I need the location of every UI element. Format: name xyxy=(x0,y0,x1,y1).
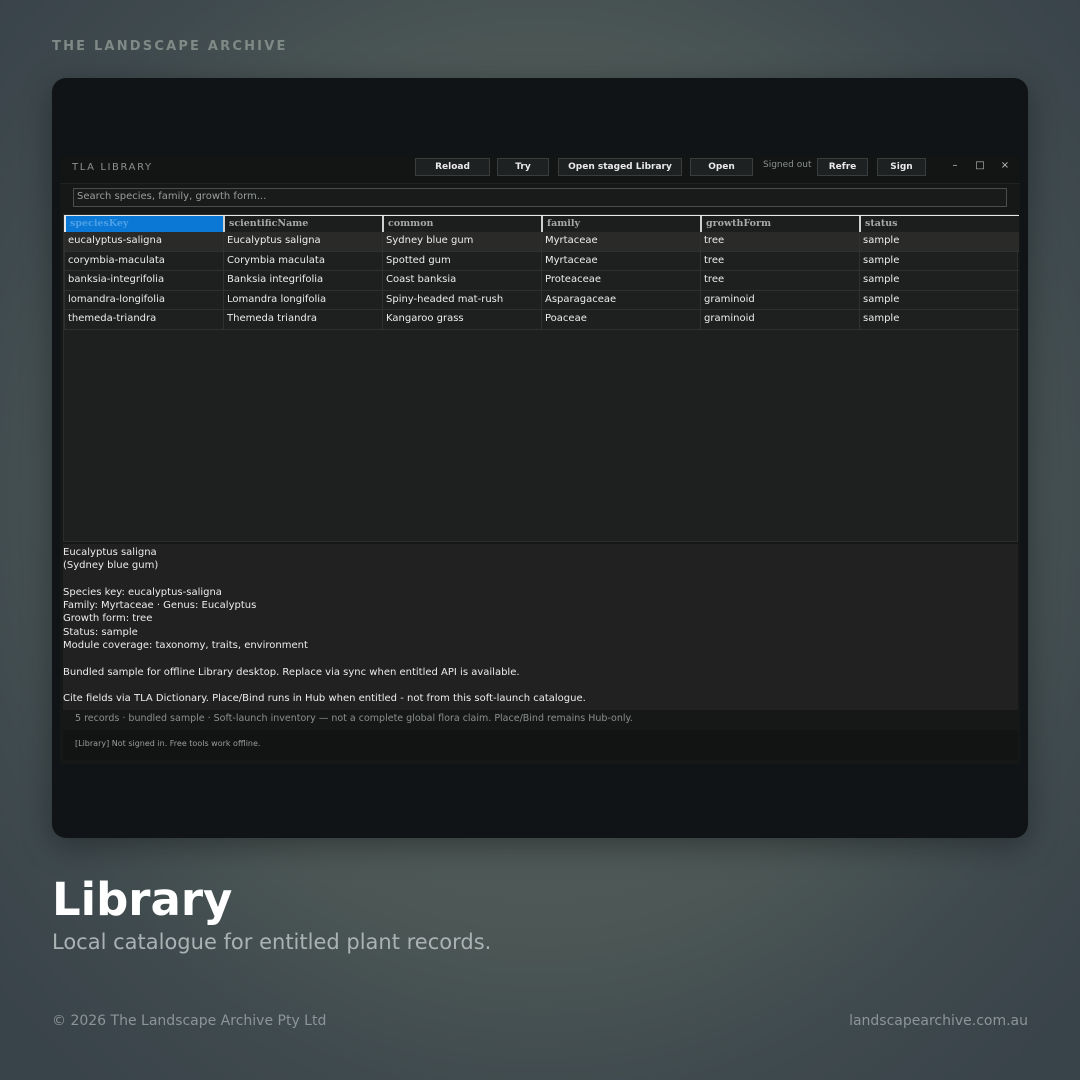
minimize-icon[interactable]: – xyxy=(948,160,962,171)
cell-common: Coast banksia xyxy=(382,271,541,290)
table-row[interactable]: themeda-triandra Themeda triandra Kangar… xyxy=(64,310,1019,330)
app-window: TLA LIBRARY Reload Try Open staged Libra… xyxy=(60,156,1020,764)
detail-growth-form: Growth form: tree xyxy=(63,613,153,625)
column-header-scientificname[interactable]: scientificName xyxy=(223,216,382,233)
open-staged-library-button[interactable]: Open staged Library xyxy=(558,158,682,176)
cell-specieskey: themeda-triandra xyxy=(64,310,223,329)
column-header-common[interactable]: common xyxy=(382,216,541,233)
detail-name: Eucalyptus saligna xyxy=(63,547,157,558)
title-bar: TLA LIBRARY Reload Try Open staged Libra… xyxy=(60,156,1020,184)
cell-common: Sydney blue gum xyxy=(382,232,541,251)
reload-button[interactable]: Reload xyxy=(415,158,490,176)
open-button[interactable]: Open xyxy=(690,158,753,176)
column-header-family[interactable]: family xyxy=(541,216,700,233)
search-input[interactable]: Search species, family, growth form... xyxy=(73,188,1007,207)
detail-status: Status: sample xyxy=(63,626,138,638)
detail-common-name: (Sydney blue gum) xyxy=(63,560,159,572)
column-header-status[interactable]: status xyxy=(859,216,1019,233)
cell-family: Poaceae xyxy=(541,310,700,329)
hero-subtitle: Local catalogue for entitled plant recor… xyxy=(52,930,492,954)
copyright: © 2026 The Landscape Archive Pty Ltd xyxy=(52,1013,327,1029)
cell-growthform: graminoid xyxy=(700,290,859,309)
try-button[interactable]: Try xyxy=(497,158,549,176)
detail-family-genus: Family: Myrtaceae · Genus: Eucalyptus xyxy=(63,600,257,612)
detail-module-coverage: Module coverage: taxonomy, traits, envir… xyxy=(63,640,308,652)
cell-growthform: graminoid xyxy=(700,310,859,329)
column-header-growthform[interactable]: growthForm xyxy=(700,216,859,233)
cell-status: sample xyxy=(859,271,1019,290)
cell-status: sample xyxy=(859,310,1019,329)
close-icon[interactable]: × xyxy=(998,160,1012,171)
cell-status: sample xyxy=(859,251,1019,270)
cell-growthform: tree xyxy=(700,232,859,251)
table-row[interactable]: corymbia-maculata Corymbia maculata Spot… xyxy=(64,251,1019,271)
screenshot-frame: TLA LIBRARY Reload Try Open staged Libra… xyxy=(52,78,1028,838)
cell-growthform: tree xyxy=(700,251,859,270)
cell-specieskey: eucalyptus-saligna xyxy=(64,232,223,251)
cell-specieskey: banksia-integrifolia xyxy=(64,271,223,290)
detail-species-key: Species key: eucalyptus-saligna xyxy=(63,586,222,598)
website-link[interactable]: landscapearchive.com.au xyxy=(849,1013,1028,1029)
species-table: speciesKey scientificName common family … xyxy=(63,214,1019,542)
cell-status: sample xyxy=(859,290,1019,309)
cell-specieskey: lomandra-longifolia xyxy=(64,290,223,309)
brand-wordmark: THE LANDSCAPE ARCHIVE xyxy=(52,39,288,54)
status-bar: [Library] Not signed in. Free tools work… xyxy=(63,730,1018,760)
status-message: [Library] Not signed in. Free tools work… xyxy=(75,739,261,748)
cell-common: Spiny-headed mat-rush xyxy=(382,290,541,309)
signed-status: Signed out xyxy=(763,160,812,170)
cell-scientificname: Corymbia maculata xyxy=(223,251,382,270)
cell-family: Myrtaceae xyxy=(541,232,700,251)
detail-citation: Cite fields via TLA Dictionary. Place/Bi… xyxy=(63,693,586,705)
cell-scientificname: Banksia integrifolia xyxy=(223,271,382,290)
table-row[interactable]: lomandra-longifolia Lomandra longifolia … xyxy=(64,290,1019,310)
cell-scientificname: Themeda triandra xyxy=(223,310,382,329)
app-title: TLA LIBRARY xyxy=(72,162,153,173)
cell-family: Asparagaceae xyxy=(541,290,700,309)
cell-common: Kangaroo grass xyxy=(382,310,541,329)
sign-in-button[interactable]: Sign xyxy=(877,158,926,176)
cell-family: Myrtaceae xyxy=(541,251,700,270)
column-header-specieskey[interactable]: speciesKey xyxy=(64,216,223,233)
table-header: speciesKey scientificName common family … xyxy=(64,215,1019,233)
cell-scientificname: Eucalyptus saligna xyxy=(223,232,382,251)
detail-note: Bundled sample for offline Library deskt… xyxy=(63,666,520,678)
cell-common: Spotted gum xyxy=(382,251,541,270)
cell-growthform: tree xyxy=(700,271,859,290)
table-row[interactable]: eucalyptus-saligna Eucalyptus saligna Sy… xyxy=(64,232,1019,252)
maximize-icon[interactable]: □ xyxy=(973,160,987,171)
cell-scientificname: Lomandra longifolia xyxy=(223,290,382,309)
cell-specieskey: corymbia-maculata xyxy=(64,251,223,270)
table-body: eucalyptus-saligna Eucalyptus saligna Sy… xyxy=(64,232,1019,330)
table-row[interactable]: banksia-integrifolia Banksia integrifoli… xyxy=(64,271,1019,291)
refresh-button[interactable]: Refre xyxy=(817,158,868,176)
hero-title: Library xyxy=(52,873,233,926)
detail-panel: Eucalyptus saligna (Sydney blue gum) Spe… xyxy=(63,544,1018,710)
record-summary: 5 records · bundled sample · Soft-launch… xyxy=(75,713,633,724)
cell-status: sample xyxy=(859,232,1019,251)
cell-family: Proteaceae xyxy=(541,271,700,290)
